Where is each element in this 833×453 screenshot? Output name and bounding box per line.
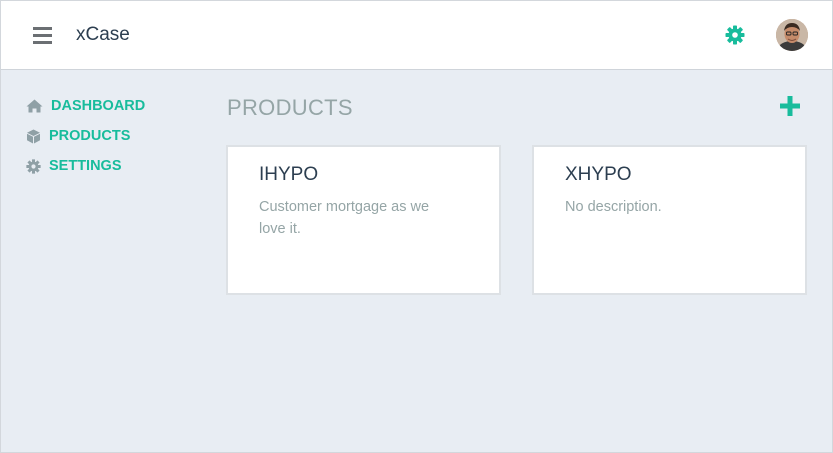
product-card-xhypo[interactable]: XHYPO No description. xyxy=(532,145,807,295)
gear-icon xyxy=(26,158,41,174)
product-name: IHYPO xyxy=(259,164,319,185)
product-card-ihypo[interactable]: IHYPO Customer mortgage as we love it. xyxy=(226,145,501,295)
gear-icon[interactable] xyxy=(725,25,745,45)
sidebar-item-label: SETTINGS xyxy=(49,158,122,174)
product-description: No description. xyxy=(565,199,662,215)
user-avatar[interactable] xyxy=(776,19,808,51)
app-title: xCase xyxy=(76,24,130,45)
sidebar-item-label: DASHBOARD xyxy=(51,98,146,114)
sidebar-item-label: PRODUCTS xyxy=(49,128,131,144)
sidebar: DASHBOARD PRODUCTS SETTINGS xyxy=(26,96,145,186)
cube-icon xyxy=(27,129,40,143)
product-description: Customer mortgage as we love it. xyxy=(259,199,430,237)
sidebar-item-dashboard[interactable]: DASHBOARD xyxy=(26,96,145,116)
page-title: PRODUCTS xyxy=(227,95,353,120)
plus-icon xyxy=(780,96,800,116)
top-navbar: xCase xyxy=(0,0,833,70)
hamburger-menu-icon[interactable] xyxy=(33,27,52,44)
sidebar-item-products[interactable]: PRODUCTS xyxy=(26,126,145,146)
add-product-button[interactable] xyxy=(779,95,801,117)
product-name: XHYPO xyxy=(565,164,632,185)
home-icon xyxy=(26,99,43,113)
sidebar-item-settings[interactable]: SETTINGS xyxy=(26,156,145,176)
